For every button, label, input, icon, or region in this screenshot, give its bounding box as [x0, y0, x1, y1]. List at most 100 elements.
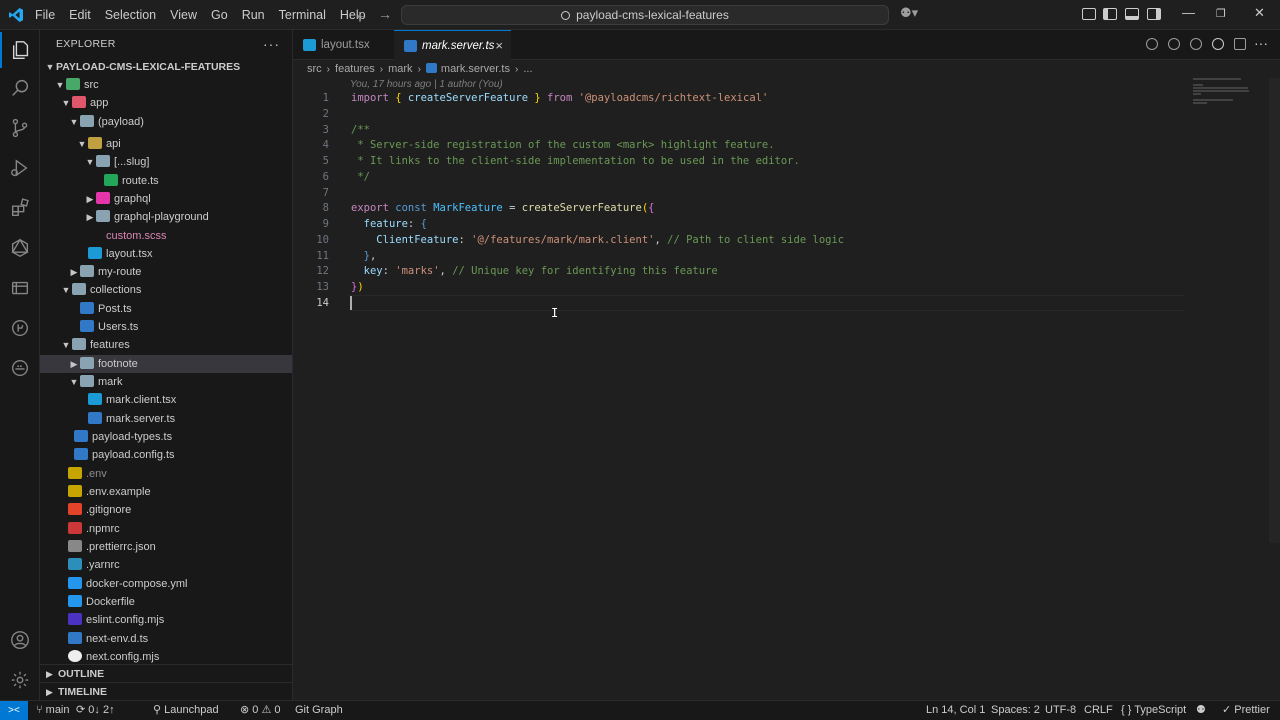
tree-item-label: Users.ts — [98, 321, 139, 333]
extensions-icon[interactable] — [0, 190, 40, 226]
tree-item-payload[interactable]: ▼ (payload) — [40, 113, 292, 131]
menu-selection[interactable]: Selection — [98, 0, 163, 30]
breadcrumb-mark[interactable]: mark — [388, 63, 412, 75]
tree-item-api[interactable]: ▼ api — [40, 135, 292, 153]
toggle-primary-sidebar-icon[interactable] — [1103, 8, 1117, 20]
indentation-status[interactable]: Spaces: 2 — [991, 701, 1040, 720]
breadcrumb-src[interactable]: src — [307, 63, 322, 75]
tab-mark-server-ts[interactable]: mark.server.ts × — [394, 30, 511, 60]
tree-item-mark-server[interactable]: mark.server.ts — [40, 410, 292, 428]
encoding-status[interactable]: UTF-8 — [1045, 701, 1076, 720]
code-line-12: key: 'marks', // Unique key for identify… — [363, 265, 718, 277]
close-tab-icon[interactable]: × — [495, 31, 503, 61]
copilot-icon[interactable]: ⚉▾ — [900, 5, 918, 21]
menu-terminal[interactable]: Terminal — [272, 0, 333, 30]
vertical-scrollbar[interactable] — [1269, 78, 1280, 543]
split-editor-icon[interactable] — [1234, 38, 1246, 50]
menu-view[interactable]: View — [163, 0, 204, 30]
tree-item-yarnrc[interactable]: .yarnrc — [40, 556, 292, 574]
code-line-8: export const MarkFeature = createServerF… — [351, 202, 655, 214]
database-icon[interactable] — [0, 270, 40, 306]
forward-arrow-icon[interactable]: → — [378, 6, 392, 22]
menu-edit[interactable]: Edit — [62, 0, 98, 30]
prettier-status[interactable]: ✓ Prettier — [1222, 701, 1270, 720]
customize-layout-icon[interactable] — [1082, 8, 1096, 20]
tree-item-npmrc[interactable]: .npmrc — [40, 520, 292, 538]
eol-status[interactable]: CRLF — [1084, 701, 1113, 720]
tree-item-footnote[interactable]: ▶ footnote — [40, 355, 292, 373]
tree-item-graphql-playground[interactable]: ▶ graphql-playground — [40, 208, 292, 226]
explorer-icon[interactable] — [0, 32, 40, 68]
git-graph-status[interactable]: Git Graph — [295, 701, 343, 720]
source-control-icon[interactable] — [0, 110, 40, 146]
tree-item-dockerfile[interactable]: Dockerfile — [40, 593, 292, 611]
search-icon[interactable] — [0, 70, 40, 106]
tree-item-src[interactable]: ▼ src — [40, 76, 292, 94]
tree-item-eslint[interactable]: eslint.config.mjs — [40, 611, 292, 629]
outline-section[interactable]: ▶ OUTLINE — [40, 665, 292, 683]
run-debug-icon[interactable] — [0, 150, 40, 186]
more-actions-icon[interactable]: ··· — [263, 30, 280, 58]
tree-item-env[interactable]: .env — [40, 465, 292, 483]
tree-item-gitignore[interactable]: .gitignore — [40, 501, 292, 519]
back-arrow-icon[interactable]: ← — [354, 6, 368, 22]
toggle-secondary-sidebar-icon[interactable] — [1147, 8, 1161, 20]
commit-prev-icon[interactable] — [1168, 38, 1180, 50]
code-editor[interactable]: You, 17 hours ago | 1 author (You) 1 2 3… — [293, 78, 1280, 700]
toggle-panel-icon[interactable] — [1125, 8, 1139, 20]
close-window-icon[interactable]: ✕ — [1254, 5, 1265, 21]
breadcrumb-features[interactable]: features — [335, 63, 375, 75]
tree-item-graphql[interactable]: ▶ graphql — [40, 190, 292, 208]
tree-item-payload-types[interactable]: payload-types.ts — [40, 428, 292, 446]
minimize-icon[interactable]: — — [1182, 5, 1195, 20]
branch-status[interactable]: ⑂ main — [36, 701, 70, 720]
line-number-current: 14 — [316, 297, 329, 309]
tree-item-layout[interactable]: layout.tsx — [40, 245, 292, 263]
launchpad-status[interactable]: ⚲ Launchpad — [153, 701, 219, 720]
minimap[interactable] — [1193, 78, 1268, 108]
gitlens-icon[interactable] — [0, 310, 40, 346]
breadcrumb-file[interactable]: mark.server.ts — [441, 63, 510, 75]
manage-gear-icon[interactable] — [0, 662, 40, 698]
tree-item-users[interactable]: Users.ts — [40, 318, 292, 336]
project-root[interactable]: ▼ PAYLOAD-CMS-LEXICAL-FEATURES — [40, 58, 292, 76]
tree-item-mark-client[interactable]: mark.client.tsx — [40, 391, 292, 409]
timeline-section[interactable]: ▶ TIMELINE — [40, 683, 292, 700]
language-mode[interactable]: { } TypeScript — [1121, 701, 1186, 720]
graphql-icon[interactable] — [0, 230, 40, 266]
menu-go[interactable]: Go — [204, 0, 235, 30]
tree-item-docker-compose[interactable]: docker-compose.yml — [40, 575, 292, 593]
tree-item-collections[interactable]: ▼ collections — [40, 281, 292, 299]
tree-item-custom-scss[interactable]: custom.scss — [40, 227, 292, 245]
tab-layout-tsx[interactable]: layout.tsx — [293, 30, 393, 60]
tree-item-app[interactable]: ▼ app — [40, 94, 292, 112]
menu-run[interactable]: Run — [235, 0, 272, 30]
tree-item-post[interactable]: Post.ts — [40, 300, 292, 318]
docker-icon[interactable] — [0, 350, 40, 386]
tree-item-next-env[interactable]: next-env.d.ts — [40, 630, 292, 648]
more-actions-icon[interactable]: ··· — [1254, 35, 1268, 51]
command-center-search[interactable]: payload-cms-lexical-features — [401, 5, 889, 25]
folder-icon — [80, 115, 94, 127]
account-icon[interactable] — [0, 622, 40, 658]
breadcrumb-symbol[interactable]: ... — [523, 63, 532, 75]
menu-file[interactable]: File — [28, 0, 62, 30]
commit-next-icon[interactable] — [1190, 38, 1202, 50]
tree-item-env-example[interactable]: .env.example — [40, 483, 292, 501]
restore-icon[interactable]: ❐ — [1216, 7, 1226, 20]
tree-item-features[interactable]: ▼ features — [40, 336, 292, 354]
cursor-position[interactable]: Ln 14, Col 1 — [926, 701, 985, 720]
tree-item-my-route[interactable]: ▶ my-route — [40, 263, 292, 281]
tree-item-slug[interactable]: ▼ [...slug] — [40, 153, 292, 171]
sync-status[interactable]: ⟳ 0↓ 2↑ — [76, 701, 115, 720]
explorer-sidebar: EXPLORER ··· ▼ PAYLOAD-CMS-LEXICAL-FEATURE… — [40, 30, 293, 700]
remote-indicator-icon[interactable]: >< — [0, 701, 28, 720]
tree-item-prettierrc[interactable]: .prettierrc.json — [40, 538, 292, 556]
tree-item-route[interactable]: route.ts — [40, 172, 292, 190]
tree-item-payload-config[interactable]: payload.config.ts — [40, 446, 292, 464]
copilot-status-icon[interactable]: ⚉ — [1196, 701, 1206, 720]
gitlens-inspect-icon[interactable] — [1212, 38, 1224, 50]
problems-status[interactable]: ⊗ 0 ⚠ 0 — [240, 701, 280, 720]
tree-item-mark[interactable]: ▼ mark — [40, 373, 292, 391]
open-changes-icon[interactable] — [1146, 38, 1158, 50]
